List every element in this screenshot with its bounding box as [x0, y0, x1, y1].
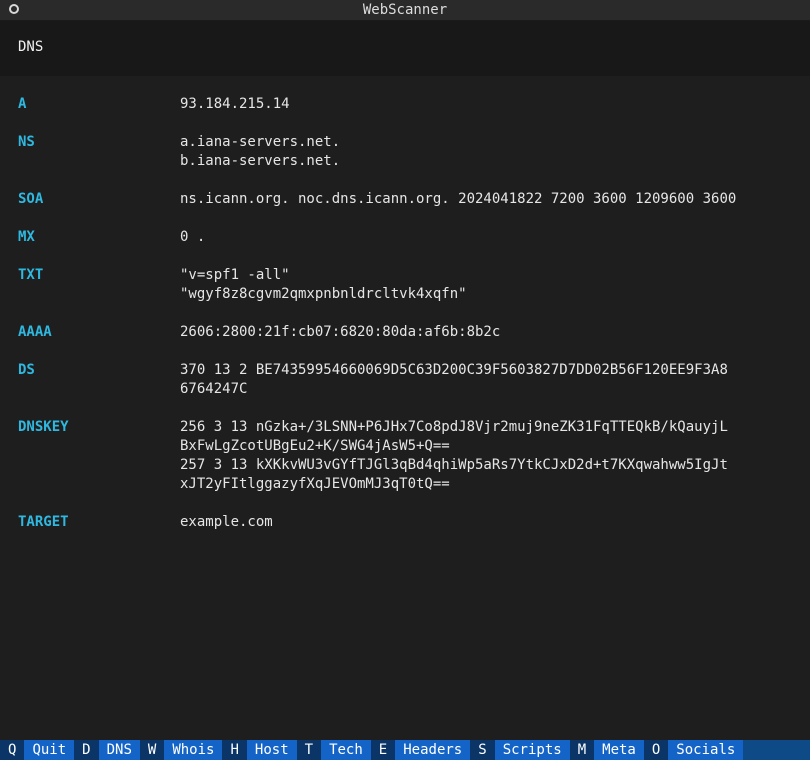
footer-key[interactable]: D: [74, 740, 99, 760]
footer-key[interactable]: H: [222, 740, 247, 760]
record-values: "v=spf1 -all" "wgyf8z8cgvm2qmxpnbnldrcltv…: [180, 266, 467, 304]
record-values: a.iana-servers.net. b.iana-servers.net.: [180, 133, 340, 171]
record-values: 370 13 2 BE74359954660069D5C63D200C39F56…: [180, 361, 728, 399]
footer-label[interactable]: Quit: [24, 740, 75, 760]
record-value: xJT2yFItlggazyfXqJEVOmMJ3qT0tQ==: [180, 476, 450, 492]
record-type: DS: [18, 362, 35, 378]
dns-records-panel: A 93.184.215.14 NS a.iana-servers.net. b.ian…: [0, 76, 810, 740]
record-values: 93.184.215.14: [180, 95, 290, 114]
footer-item-host[interactable]: H Host: [222, 740, 297, 760]
record-type: TXT: [18, 267, 44, 283]
footer-item-tech[interactable]: T Tech: [296, 740, 371, 760]
footer-key[interactable]: M: [569, 740, 595, 760]
footer-label[interactable]: Meta: [594, 740, 644, 760]
record-value: 256 3 13 nGzka+/3LSNN+P6JHx7Co8pdJ8Vjr2m…: [180, 419, 728, 435]
record-type: NS: [18, 134, 35, 150]
footer-item-quit[interactable]: Q Quit: [0, 740, 75, 760]
record-value: 2606:2800:21f:cb07:6820:80da:af6b:8b2c: [180, 324, 501, 340]
footer-label[interactable]: Headers: [395, 740, 471, 760]
record-type: A: [18, 96, 27, 112]
record-values: 2606:2800:21f:cb07:6820:80da:af6b:8b2c: [180, 323, 500, 342]
record-values: example.com: [180, 513, 273, 532]
section-header: DNS: [0, 21, 810, 76]
record-value: 6764247C: [180, 381, 248, 397]
footer-key[interactable]: E: [370, 740, 396, 760]
footer-item-headers[interactable]: E Headers: [370, 740, 471, 760]
record-type: AAAA: [18, 324, 52, 340]
footer-label[interactable]: Socials: [668, 740, 744, 760]
record-type: SOA: [18, 191, 44, 207]
record-values: 0 .: [180, 228, 205, 247]
record-value: ns.icann.org. noc.dns.icann.org. 2024041…: [180, 191, 737, 207]
keybinding-footer: Q Quit D DNS W Whois H Host T Tech E Headers S Script…: [0, 740, 810, 760]
title-bar: WebScanner: [0, 0, 810, 21]
footer-label[interactable]: Host: [246, 740, 297, 760]
footer-label[interactable]: Scripts: [494, 740, 570, 760]
record-value: "v=spf1 -all": [180, 267, 290, 283]
record-value: 93.184.215.14: [180, 96, 290, 112]
section-title: DNS: [18, 39, 44, 55]
footer-item-scripts[interactable]: S Scripts: [470, 740, 570, 760]
record-type: TARGET: [18, 514, 69, 530]
footer-label[interactable]: DNS: [98, 740, 140, 760]
record-value: "wgyf8z8cgvm2qmxpnbnldrcltvk4xqfn": [180, 286, 467, 302]
record-value: BxFwLgZcotUBgEu2+K/SWG4jAsW5+Q==: [180, 438, 450, 454]
record-value: 370 13 2 BE74359954660069D5C63D200C39F56…: [180, 362, 728, 378]
footer-item-whois[interactable]: W Whois: [139, 740, 223, 760]
footer-key[interactable]: Q: [0, 740, 25, 760]
footer-label[interactable]: Tech: [321, 740, 371, 760]
record-type: MX: [18, 229, 35, 245]
footer-item-socials[interactable]: O Socials: [643, 740, 744, 760]
footer-item-dns[interactable]: D DNS: [74, 740, 140, 760]
record-value: a.iana-servers.net.: [180, 134, 341, 150]
record-values: ns.icann.org. noc.dns.icann.org. 2024041…: [180, 190, 736, 209]
record-value: example.com: [180, 514, 273, 530]
record-values: 256 3 13 nGzka+/3LSNN+P6JHx7Co8pdJ8Vjr2m…: [180, 418, 728, 494]
window-title: WebScanner: [362, 2, 448, 18]
record-value: b.iana-servers.net.: [180, 153, 341, 169]
footer-label[interactable]: Whois: [164, 740, 223, 760]
footer-item-meta[interactable]: M Meta: [569, 740, 644, 760]
record-type: DNSKEY: [18, 419, 69, 435]
footer-key[interactable]: W: [139, 740, 165, 760]
record-value: 257 3 13 kXKkvWU3vGYfTJGl3qBd4qhiWp5aRs7…: [180, 457, 728, 473]
footer-key[interactable]: O: [643, 740, 669, 760]
footer-key[interactable]: S: [470, 740, 495, 760]
footer-key[interactable]: T: [296, 740, 322, 760]
record-value: 0 .: [180, 229, 206, 245]
